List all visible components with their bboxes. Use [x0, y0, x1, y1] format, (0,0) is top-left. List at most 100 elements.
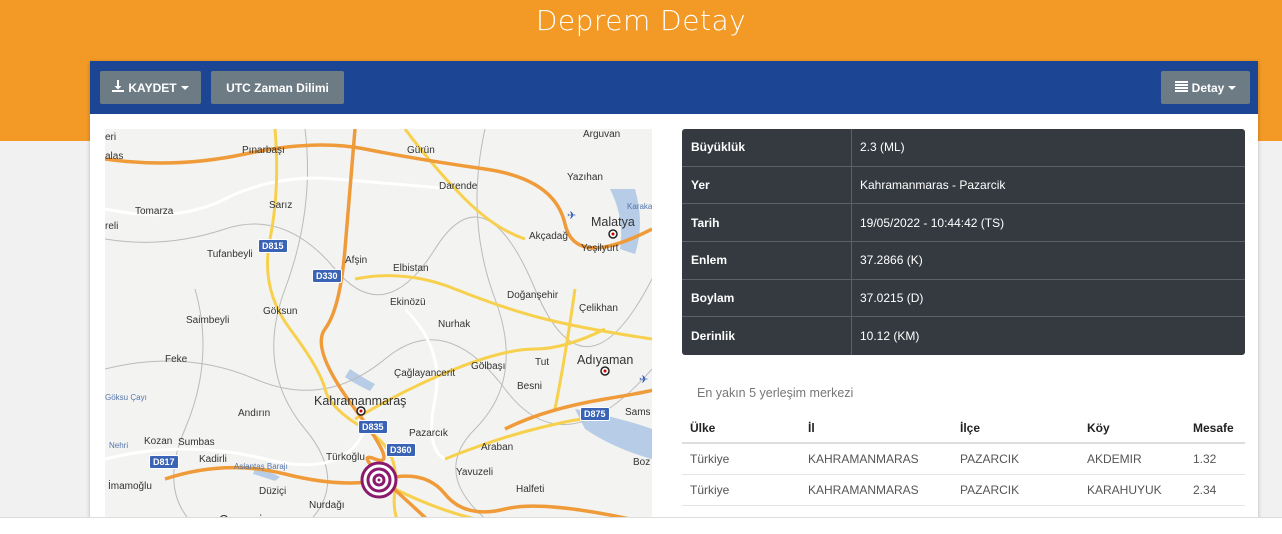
map-label: Sams	[625, 407, 651, 418]
info-row-longitude: Boylam 37.0215 (D)	[682, 279, 1245, 318]
info-key: Büyüklük	[682, 129, 852, 166]
map-label: Adıyaman	[577, 353, 634, 367]
road-shield: D815	[258, 239, 288, 253]
info-value: 2.3 (ML)	[860, 140, 905, 155]
map-label: Elbistan	[393, 263, 429, 274]
map-label: Aslantaş Barajı	[234, 462, 288, 471]
map-label: Andırın	[238, 408, 271, 419]
toolbar: KAYDET UTC Zaman Dilimi Detay	[90, 61, 1258, 114]
info-value: 19/05/2022 - 10:44:42 (TS)	[860, 215, 1005, 230]
map-label: Afşin	[345, 255, 368, 266]
table-cell: KAHRAMANMARAS	[800, 474, 952, 506]
map-label: Nurdağı	[309, 500, 345, 511]
map-label: Tomarza	[135, 206, 174, 217]
table-cell: Türkiye	[682, 443, 800, 475]
map-label: Göksu Çayı	[105, 393, 147, 402]
map-label: Göksun	[263, 306, 298, 317]
table-cell: KARAHUYUK	[1079, 474, 1185, 506]
table-cell: 1.32	[1185, 443, 1245, 475]
map-label: Malatya	[591, 215, 635, 229]
nearest-settlements-table: Ülke İl İlçe Köy Mesafe Türkiye KAHRAMAN…	[682, 413, 1245, 506]
chevron-down-icon	[1228, 85, 1237, 90]
detail-button-label: Detay	[1191, 80, 1225, 95]
map-label: Tut	[535, 357, 550, 368]
info-key: Boylam	[682, 279, 852, 317]
svg-text:✈: ✈	[639, 374, 648, 386]
map-label: Arguvan	[583, 129, 621, 140]
table-row: Türkiye KAHRAMANMARAS PAZARCIK AKDEMIR 1…	[682, 443, 1245, 475]
map-label: Tufanbeyli	[207, 249, 253, 260]
road-shield: D835	[358, 420, 388, 434]
map-label: Kahramanmaraş	[314, 394, 407, 408]
map-label: Yazıhan	[567, 172, 603, 183]
earthquake-map[interactable]: ✈ ✈ eri alas Pınarbaşı Gürün Arguvan Dar…	[105, 129, 652, 534]
info-value: Kahramanmaras - Pazarcik	[860, 178, 1006, 193]
map-label: Çağlayancerit	[394, 368, 456, 379]
list-icon	[1174, 80, 1188, 95]
road-shield: D817	[149, 455, 179, 469]
map-label: Yeşilyurt	[581, 243, 619, 254]
map-label: Çelikhan	[579, 303, 618, 314]
info-key: Enlem	[682, 242, 852, 279]
map-label: Kozan	[144, 436, 173, 447]
column-header: İl	[800, 413, 952, 444]
info-key: Tarih	[682, 204, 852, 242]
map-label: Karakaya	[627, 202, 652, 211]
table-cell: KAHRAMANMARAS	[800, 443, 952, 475]
detail-menu-button[interactable]: Detay	[1161, 71, 1250, 104]
table-cell: PAZARCIK	[952, 474, 1079, 506]
road-shield: D875	[580, 407, 610, 421]
epicenter-marker[interactable]	[360, 461, 398, 499]
map-label: Ekinözü	[390, 297, 426, 308]
map-label: reli	[105, 221, 119, 232]
info-row-depth: Derinlik 10.12 (KM)	[682, 317, 1245, 356]
map-label: Boz	[633, 457, 651, 468]
map-label: Saimbeyli	[186, 315, 230, 326]
info-key: Derinlik	[682, 317, 852, 356]
map-label: Türkoğlu	[326, 452, 365, 463]
map-label: Akçadağ	[529, 231, 568, 242]
table-cell: AKDEMIR	[1079, 443, 1185, 475]
info-row-latitude: Enlem 37.2866 (K)	[682, 242, 1245, 280]
earthquake-info-table: Büyüklük 2.3 (ML) Yer Kahramanmaras - Pa…	[682, 129, 1245, 356]
utc-timezone-button[interactable]: UTC Zaman Dilimi	[211, 71, 344, 104]
info-value: 10.12 (KM)	[860, 329, 920, 344]
info-row-date: Tarih 19/05/2022 - 10:44:42 (TS)	[682, 204, 1245, 243]
map-label: Araban	[481, 442, 514, 453]
map-label: Darende	[439, 181, 478, 192]
table-cell: PAZARCIK	[952, 443, 1079, 475]
map-label: Gürün	[407, 145, 435, 156]
map-label: Besni	[517, 381, 543, 392]
save-button[interactable]: KAYDET	[100, 71, 201, 104]
map-label: Feke	[165, 354, 188, 365]
road-shield: D360	[386, 443, 416, 457]
map-label: Sarız	[269, 200, 293, 211]
detail-card: KAYDET UTC Zaman Dilimi Detay ✈ ✈ eri al…	[90, 61, 1258, 534]
chevron-down-icon	[180, 85, 189, 90]
map-label: Yavuzeli	[456, 467, 494, 478]
map-label: Kadirli	[199, 454, 227, 465]
map-label: Sumbas	[178, 437, 215, 448]
map-label: Nehri	[109, 441, 129, 450]
info-value: 37.2866 (K)	[860, 253, 923, 268]
column-header: Köy	[1079, 413, 1185, 444]
map-label: alas	[105, 151, 124, 162]
nearest-caption: En yakın 5 yerleşim merkezi	[697, 386, 854, 400]
road-shield: D330	[312, 269, 342, 283]
table-row: Türkiye KAHRAMANMARAS PAZARCIK KARAHUYUK…	[682, 474, 1245, 506]
map-label: eri	[105, 132, 117, 143]
download-icon	[112, 80, 125, 95]
column-header: İlçe	[952, 413, 1079, 444]
map-label: Doğanşehir	[507, 290, 559, 301]
info-row-magnitude: Büyüklük 2.3 (ML)	[682, 129, 1245, 167]
info-key: Yer	[682, 166, 852, 204]
save-button-label: KAYDET	[128, 80, 177, 95]
svg-text:✈: ✈	[567, 210, 576, 222]
map-label: Düziçi	[259, 486, 287, 497]
map-base: ✈ ✈	[105, 129, 652, 534]
map-label: Pazarcık	[409, 428, 448, 439]
table-cell: Türkiye	[682, 474, 800, 506]
table-cell: 2.34	[1185, 474, 1245, 506]
info-value: 37.0215 (D)	[860, 291, 924, 306]
map-label: Nurhak	[438, 319, 471, 330]
